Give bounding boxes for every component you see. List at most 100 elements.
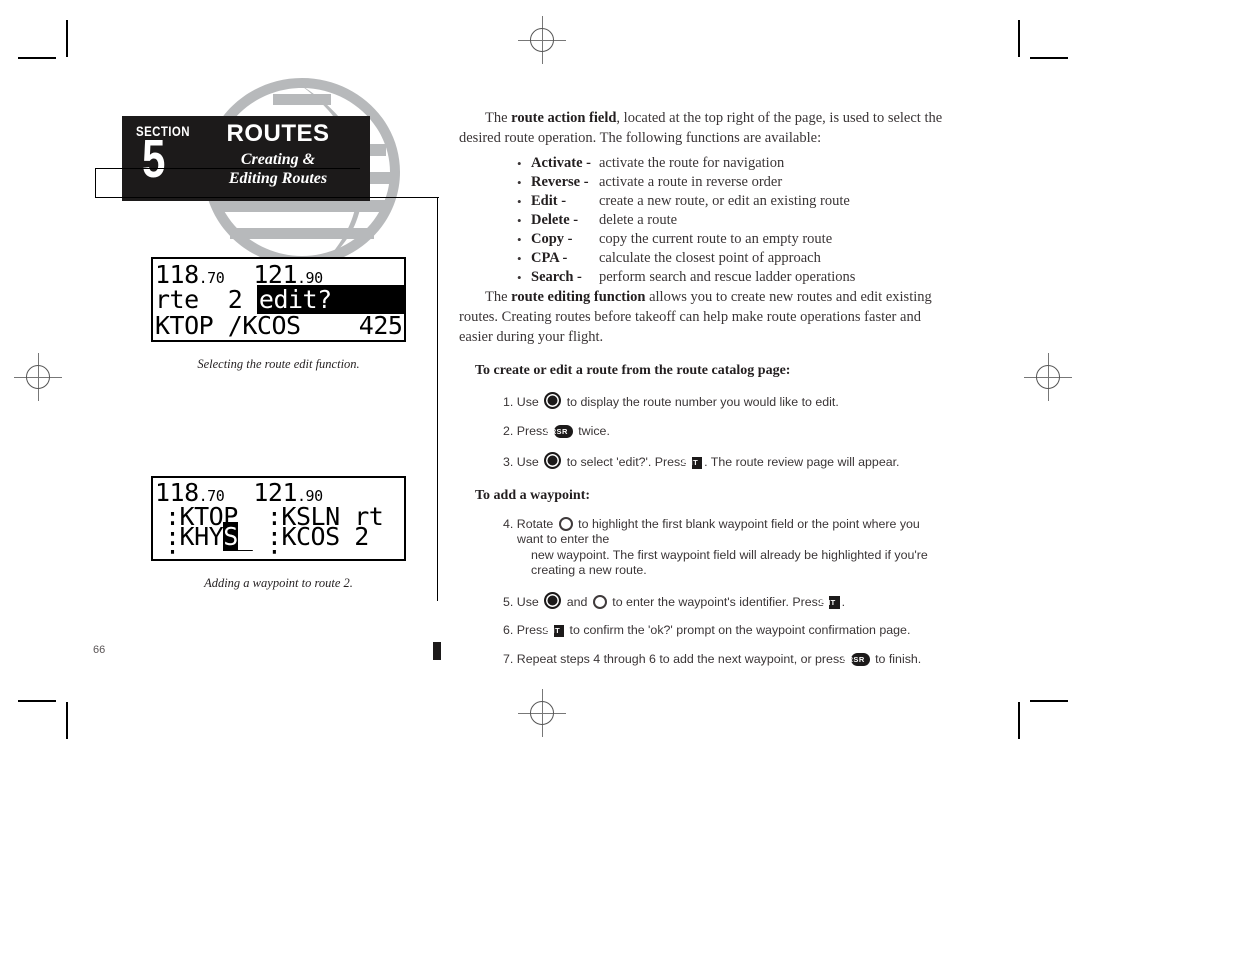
page-number: 66 bbox=[93, 644, 106, 656]
function-desc: activate the route for navigation bbox=[599, 155, 785, 171]
section-tab-mark bbox=[433, 642, 441, 660]
registration-mark-left bbox=[14, 353, 62, 401]
step-2-text-after: twice. bbox=[574, 423, 610, 438]
function-name: Reverse - bbox=[531, 174, 589, 190]
function-desc: copy the current route to an empty route bbox=[599, 231, 833, 247]
step-1-text-after: to display the route number you would li… bbox=[563, 395, 839, 409]
figure-1-caption: Selecting the route edit function. bbox=[197, 357, 360, 371]
crop-mark-top-left-h bbox=[18, 57, 56, 59]
crop-mark-top-right-h bbox=[1030, 57, 1068, 59]
paragraph-route-editing-function: The route editing function allows you to… bbox=[459, 287, 949, 347]
step-5-text-mid: and bbox=[563, 594, 591, 609]
para1-lead: The bbox=[485, 110, 512, 126]
function-name: Activate - bbox=[531, 155, 591, 171]
step-6-text-after: to confirm the 'ok?' prompt on the waypo… bbox=[566, 623, 911, 637]
step-4-text-before: 4. Rotate bbox=[503, 516, 557, 531]
crsr-key-icon: CRSR bbox=[842, 653, 870, 666]
section-header-tab: SECTION 5 ROUTES Creating & Editing Rout… bbox=[122, 116, 370, 201]
list-item: Copy - copy the current route to an empty… bbox=[517, 230, 949, 249]
registration-mark-bottom bbox=[518, 689, 566, 737]
waypoint-row-3: :_____ :_____ bbox=[165, 540, 355, 559]
route-separator: / bbox=[227, 311, 243, 340]
list-item: 1. Use to display the route number you w… bbox=[459, 392, 949, 411]
list-item: 2. Press CRSR twice. bbox=[459, 424, 949, 440]
step-1-text-before: 1. Use bbox=[503, 395, 543, 409]
crop-mark-top-left-v bbox=[66, 20, 68, 57]
registration-mark-top bbox=[518, 16, 566, 64]
function-desc: activate a route in reverse order bbox=[599, 174, 783, 190]
list-item: Activate - activate the route for navigat… bbox=[517, 154, 949, 173]
step-7-text-after: to finish. bbox=[871, 651, 922, 666]
route-action-function-list: Activate - activate the route for navigat… bbox=[459, 154, 949, 287]
step-4-text-continued: new waypoint. The first waypoint field w… bbox=[531, 547, 928, 578]
small-knob-icon bbox=[544, 392, 562, 409]
crsr-key-icon: CRSR bbox=[545, 425, 573, 438]
waypoint-blank-1[interactable]: :_____ bbox=[165, 540, 253, 559]
gps-screen-add-waypoint: 118.70 121.90 :KTOP :KSLN rt :KHYS_ :KCO… bbox=[151, 476, 406, 561]
crop-mark-bottom-left-h bbox=[18, 700, 56, 702]
function-desc: calculate the closest point of approach bbox=[599, 250, 821, 266]
step-3-text-mid: to select 'edit?'. Press bbox=[563, 455, 690, 469]
list-item: 3. Use to select 'edit?'. Press ENT. The… bbox=[459, 452, 949, 471]
rule-header-short bbox=[95, 168, 360, 170]
small-knob-icon bbox=[544, 591, 562, 609]
figure-2-caption: Adding a waypoint to route 2. bbox=[204, 576, 353, 590]
list-item: Search - perform search and rescue ladder… bbox=[517, 268, 949, 287]
paragraph-route-action-field: The route action field, located at the t… bbox=[459, 108, 949, 148]
step-4-text-after: to highlight the first blank waypoint fi… bbox=[517, 516, 920, 547]
route-action-field[interactable]: edit? bbox=[256, 285, 404, 314]
function-desc: perform search and rescue ladder operati… bbox=[599, 269, 856, 285]
main-text-column: The route action field, located at the t… bbox=[459, 108, 949, 667]
steps-add-waypoint: 4. Rotate to highlight the first blank w… bbox=[459, 516, 949, 668]
section-subtitle-line-1: Creating & bbox=[240, 151, 316, 168]
large-knob-icon bbox=[592, 594, 607, 609]
ent-key-icon: ENT bbox=[544, 624, 565, 637]
small-knob-icon bbox=[544, 452, 562, 469]
function-desc: create a new route, or edit an existing … bbox=[599, 193, 850, 209]
step-5-text-mid-2: to enter the waypoint's identifier. Pres… bbox=[608, 594, 828, 609]
function-desc: delete a route bbox=[599, 212, 678, 228]
step-3-text-after: . The route review page will appear. bbox=[704, 455, 900, 469]
figure-add-waypoint: 118.70 121.90 :KTOP :KSLN rt :KHYS_ :KCO… bbox=[151, 476, 406, 590]
route-label: rte bbox=[155, 285, 199, 314]
list-item: CPA - calculate the closest point of appr… bbox=[517, 249, 949, 268]
list-item: Edit - create a new route, or edit an exi… bbox=[517, 192, 949, 211]
crop-mark-bottom-left-v bbox=[66, 702, 68, 739]
function-name: Delete - bbox=[531, 212, 579, 228]
rule-column-divider bbox=[437, 197, 439, 601]
step-3-text-before: 3. Use bbox=[503, 455, 543, 469]
route-to: KCOS bbox=[242, 311, 301, 340]
step-7-text-before: 7. Repeat steps 4 through 6 to add the n… bbox=[503, 651, 849, 666]
figure-route-edit: 118.70 121.90 rte 2 edit? KTOP /KCOS 425… bbox=[151, 257, 406, 371]
crop-mark-top-right-v bbox=[1018, 20, 1020, 57]
crop-mark-bottom-right-v bbox=[1018, 702, 1020, 739]
list-item: Delete - delete a route bbox=[517, 211, 949, 230]
function-name: Copy - bbox=[531, 231, 573, 247]
list-item: 5. Use and to enter the waypoint's ident… bbox=[459, 591, 949, 611]
route-distance-dec: .13 bbox=[402, 320, 404, 338]
step-5-text-before: 5. Use bbox=[503, 594, 543, 609]
gps-endpoints-row: KTOP /KCOS 425.13nm bbox=[155, 311, 404, 340]
gps-route-row: rte 2 edit? bbox=[155, 285, 404, 314]
crop-mark-bottom-right-h bbox=[1030, 700, 1068, 702]
para1-bold-term: route action field bbox=[511, 110, 617, 126]
function-name: CPA - bbox=[531, 250, 568, 266]
list-item: 4. Rotate to highlight the first blank w… bbox=[459, 516, 949, 579]
route-action-value: edit? bbox=[258, 285, 332, 314]
route-number: 2 bbox=[227, 285, 243, 314]
function-name: Edit - bbox=[531, 193, 567, 209]
steps-create-edit-route: 1. Use to display the route number you w… bbox=[459, 392, 949, 471]
waypoint-blank-2[interactable]: :_____ bbox=[267, 540, 355, 559]
step-5-text-after: . bbox=[841, 594, 846, 609]
ent-key-icon: ENT bbox=[682, 456, 703, 469]
function-name: Search - bbox=[531, 269, 582, 285]
rule-sidebar-left bbox=[95, 168, 97, 198]
subheading-add-waypoint: To add a waypoint: bbox=[475, 487, 591, 503]
rule-header-long bbox=[95, 197, 439, 199]
gps-screen-route-edit: 118.70 121.90 rte 2 edit? KTOP /KCOS 425… bbox=[151, 257, 406, 342]
large-knob-icon bbox=[558, 516, 573, 531]
subheading-create-edit-route: To create or edit a route from the route… bbox=[475, 363, 791, 378]
route-from: KTOP bbox=[155, 311, 214, 340]
list-item: 7. Repeat steps 4 through 6 to add the n… bbox=[459, 652, 949, 668]
ent-key-icon: ENT bbox=[819, 596, 840, 609]
